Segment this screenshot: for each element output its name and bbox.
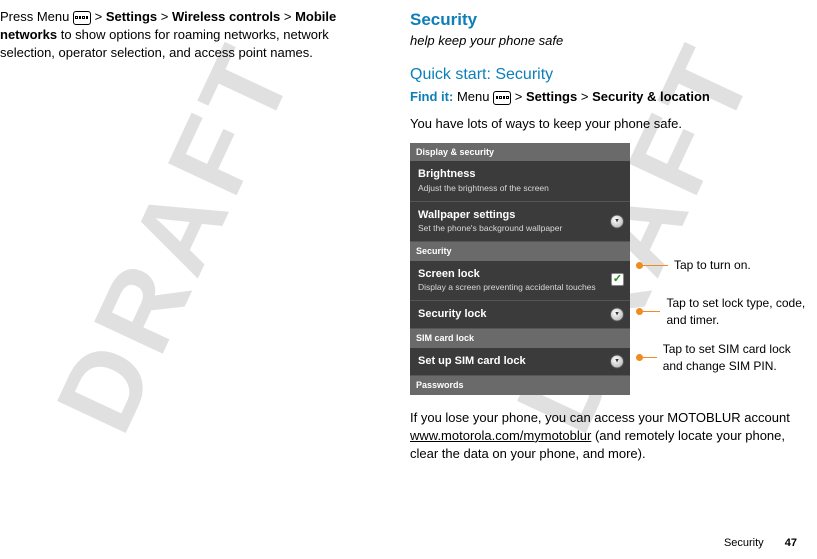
item-title: Screen lock bbox=[418, 267, 622, 282]
page-footer: Security 47 bbox=[724, 536, 797, 551]
text: > bbox=[284, 9, 295, 24]
callout-line bbox=[640, 357, 657, 358]
list-item-brightness[interactable]: Brightness Adjust the brightness of the … bbox=[410, 161, 630, 201]
text: If you lose your phone, you can access y… bbox=[410, 410, 790, 425]
text: Press Menu bbox=[0, 9, 73, 24]
callout-sim-lock: Tap to set SIM card lock and change SIM … bbox=[640, 341, 809, 375]
page-number: 47 bbox=[785, 537, 797, 549]
callout-line bbox=[640, 311, 660, 312]
callout-text: Tap to set SIM card lock and change SIM … bbox=[663, 341, 809, 375]
left-column: Press Menu > Settings > Wireless control… bbox=[0, 8, 370, 463]
list-item-security-lock[interactable]: Security lock ▾ bbox=[410, 301, 630, 329]
checkbox-icon[interactable]: ✓ bbox=[611, 273, 624, 286]
list-item-wallpaper[interactable]: Wallpaper settings Set the phone's backg… bbox=[410, 202, 630, 242]
nav-security-location: Security & location bbox=[592, 89, 710, 104]
chevron-down-icon[interactable]: ▾ bbox=[610, 215, 624, 229]
section-header-security: Security bbox=[410, 242, 630, 261]
text: Menu bbox=[457, 89, 493, 104]
item-desc: Set the phone's background wallpaper bbox=[418, 223, 622, 235]
section-header-sim: SIM card lock bbox=[410, 329, 630, 348]
callout-text: Tap to set lock type, code, and timer. bbox=[666, 295, 809, 329]
find-it-label: Find it: bbox=[410, 89, 453, 104]
phone-with-callouts: Display & security Brightness Adjust the… bbox=[410, 143, 809, 395]
text: > bbox=[515, 89, 526, 104]
text: > bbox=[161, 9, 172, 24]
after-paragraph: If you lose your phone, you can access y… bbox=[410, 409, 809, 464]
item-title: Brightness bbox=[418, 167, 622, 182]
motoblur-link[interactable]: www.motorola.com/mymotoblur bbox=[410, 428, 591, 443]
text: > bbox=[95, 9, 106, 24]
menu-icon bbox=[493, 91, 511, 105]
text: > bbox=[581, 89, 592, 104]
item-desc: Display a screen preventing accidental t… bbox=[418, 282, 622, 294]
item-title: Security lock bbox=[418, 307, 622, 322]
section-header-display: Display & security bbox=[410, 143, 630, 162]
intro-paragraph: You have lots of ways to keep your phone… bbox=[410, 115, 809, 133]
callout-security-lock: Tap to set lock type, code, and timer. bbox=[640, 295, 809, 329]
callout-screen-lock: Tap to turn on. bbox=[640, 257, 751, 274]
nav-settings: Settings bbox=[106, 9, 157, 24]
item-title: Set up SIM card lock bbox=[418, 354, 622, 369]
section-header-passwords: Passwords bbox=[410, 376, 630, 395]
left-paragraph: Press Menu > Settings > Wireless control… bbox=[0, 8, 370, 63]
menu-icon bbox=[73, 11, 91, 25]
item-title: Wallpaper settings bbox=[418, 208, 622, 223]
callout-line bbox=[640, 265, 668, 266]
list-item-screen-lock[interactable]: Screen lock Display a screen preventing … bbox=[410, 261, 630, 301]
footer-section: Security bbox=[724, 537, 764, 549]
nav-settings: Settings bbox=[526, 89, 577, 104]
right-column: Security help keep your phone safe Quick… bbox=[410, 8, 809, 463]
chevron-down-icon[interactable]: ▾ bbox=[610, 308, 624, 322]
nav-wireless-controls: Wireless controls bbox=[172, 9, 280, 24]
heading-quickstart: Quick start: Security bbox=[410, 64, 809, 86]
list-item-sim-lock[interactable]: Set up SIM card lock ▾ bbox=[410, 348, 630, 376]
phone-screenshot: Display & security Brightness Adjust the… bbox=[410, 143, 630, 395]
page-columns: Press Menu > Settings > Wireless control… bbox=[0, 0, 817, 463]
item-desc: Adjust the brightness of the screen bbox=[418, 183, 622, 195]
heading-security: Security bbox=[410, 8, 809, 32]
subheading: help keep your phone safe bbox=[410, 32, 809, 50]
chevron-down-icon[interactable]: ▾ bbox=[610, 355, 624, 369]
find-it-line: Find it: Menu > Settings > Security & lo… bbox=[410, 88, 809, 106]
callout-text: Tap to turn on. bbox=[674, 257, 751, 274]
